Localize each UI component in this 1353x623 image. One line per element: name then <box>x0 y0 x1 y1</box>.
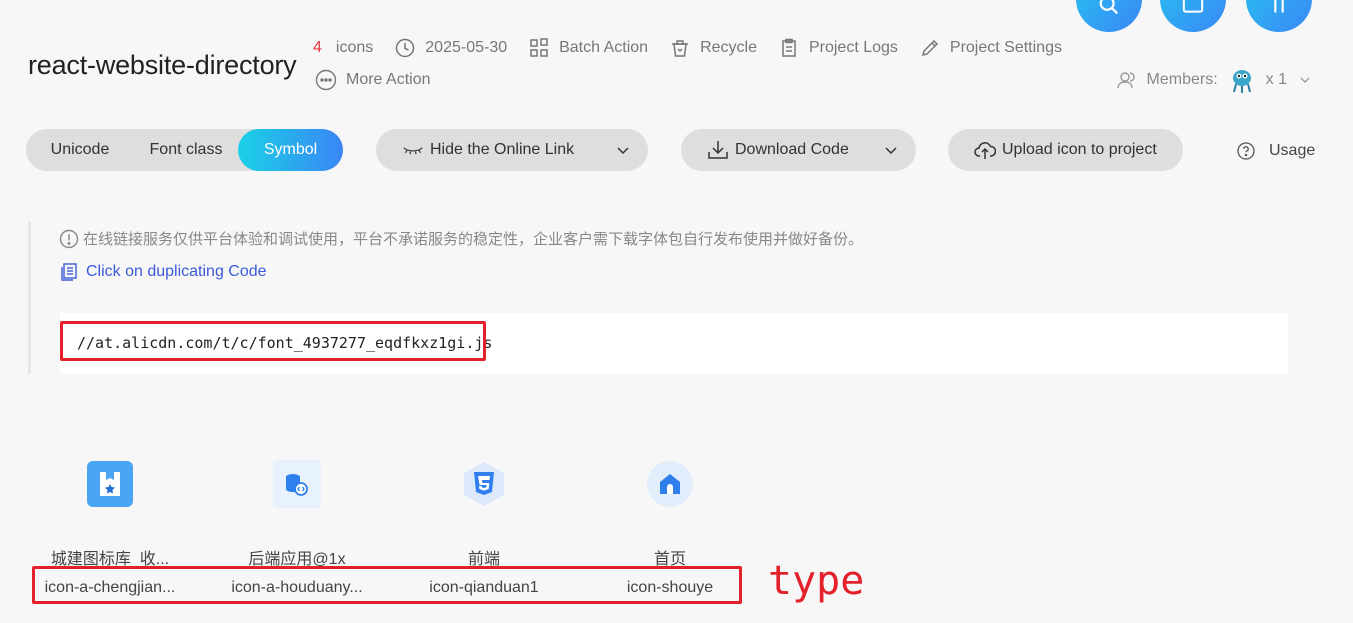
home-icon <box>646 460 694 508</box>
search-icon <box>1099 0 1119 15</box>
pencil-icon <box>920 38 940 58</box>
copy-icon <box>59 262 79 282</box>
batch-action-button[interactable]: Batch Action <box>529 38 648 58</box>
batch-action-label: Batch Action <box>559 39 649 56</box>
cloud-upload-icon <box>974 139 996 161</box>
chevron-down-icon <box>616 143 630 157</box>
add-box-icon <box>1182 0 1204 13</box>
members-label: Members: <box>1146 71 1218 88</box>
copy-code-link[interactable]: Click on duplicating Code <box>59 262 267 282</box>
tab-symbol[interactable]: Symbol <box>238 129 343 171</box>
database-code-icon <box>273 460 321 508</box>
upload-icon-button[interactable]: Upload icon to project <box>948 129 1183 171</box>
recycle-button[interactable]: Recycle <box>670 38 757 58</box>
project-date: 2025-05-30 <box>395 38 507 58</box>
tab-unicode[interactable]: Unicode <box>26 129 134 171</box>
project-settings-label: Project Settings <box>949 39 1062 56</box>
members-count: x 1 <box>1265 71 1287 88</box>
highlight-box-icon-codes <box>32 566 742 604</box>
sort-icon <box>1274 0 1284 13</box>
project-title: react-website-directory <box>28 50 297 80</box>
help-circle-icon <box>1237 142 1255 160</box>
search-fab-button[interactable] <box>1076 0 1142 32</box>
icon-count-label: icons <box>335 39 374 56</box>
member-avatar <box>1228 66 1256 94</box>
recycle-label: Recycle <box>700 39 757 56</box>
notice-label: 在线链接服务仅供平台体验和调试使用，平台不承诺服务的稳定性，企业客户需下载字体包… <box>83 231 864 248</box>
project-settings-button[interactable]: Project Settings <box>920 38 1062 58</box>
chevron-down-icon <box>1299 74 1311 86</box>
download-code-dropdown[interactable]: Download Code <box>681 129 916 171</box>
clock-icon <box>395 38 415 58</box>
project-meta-row: 4 icons 2025-05-30 Batch Action Recycle … <box>313 38 1084 58</box>
sort-fab-button[interactable] <box>1246 0 1312 32</box>
hide-online-link-label: Hide the Online Link <box>430 141 575 158</box>
usage-label: Usage <box>1269 142 1316 159</box>
members-dropdown[interactable]: Members: x 1 <box>1116 66 1311 94</box>
more-action-label: More Action <box>346 71 431 88</box>
upload-icon-label: Upload icon to project <box>1002 141 1157 158</box>
annotation-label: type <box>768 558 865 604</box>
project-date-label: 2025-05-30 <box>425 39 508 56</box>
members-icon <box>1116 70 1137 90</box>
more-action-button[interactable]: More Action <box>315 69 430 91</box>
clipboard-icon <box>779 38 799 58</box>
icon-count-value: 4 <box>313 39 322 56</box>
hide-online-link-dropdown[interactable]: Hide the Online Link <box>376 129 648 171</box>
closed-eye-icon <box>402 139 424 161</box>
css3-icon <box>460 460 508 508</box>
star-folder-icon <box>86 460 134 508</box>
icon-count: 4 icons <box>313 39 373 57</box>
download-code-label: Download Code <box>735 141 849 158</box>
highlight-box-url <box>60 321 486 361</box>
usage-link[interactable]: Usage <box>1237 142 1315 160</box>
more-dots-icon <box>315 69 337 91</box>
tab-font-class[interactable]: Font class <box>134 129 238 171</box>
copy-code-label: Click on duplicating Code <box>86 263 267 280</box>
recycle-bin-icon <box>670 38 690 58</box>
chevron-down-icon <box>884 143 898 157</box>
project-logs-label: Project Logs <box>808 39 898 56</box>
grid-icon <box>529 38 549 58</box>
download-icon <box>707 139 729 161</box>
add-fab-button[interactable] <box>1160 0 1226 32</box>
notice-text: 在线链接服务仅供平台体验和调试使用，平台不承诺服务的稳定性，企业客户需下载字体包… <box>59 228 863 249</box>
format-segmented-control: Unicode Font class Symbol <box>26 129 343 171</box>
project-logs-button[interactable]: Project Logs <box>779 38 898 58</box>
info-circle-icon <box>59 229 79 249</box>
